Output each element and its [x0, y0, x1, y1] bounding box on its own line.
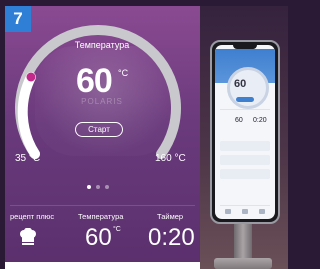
brand-watermark: POLARIS: [81, 97, 123, 106]
temperature-value: 60: [76, 62, 113, 100]
page-indicator[interactable]: [87, 185, 109, 189]
phone-notch: [233, 45, 257, 49]
timer-label: Таймер: [157, 212, 184, 221]
step-badge: 7: [5, 6, 31, 32]
page-dot[interactable]: [105, 185, 109, 189]
timer-value[interactable]: 0:20: [148, 224, 195, 252]
chef-hat-icon[interactable]: [18, 227, 38, 251]
dial-progress: [17, 72, 40, 159]
recipe-label: рецепт плюс: [10, 212, 55, 221]
bottom-strip: [5, 262, 200, 269]
divider: [10, 205, 195, 206]
temperature-info-unit: °C: [113, 226, 121, 233]
temperature-info-value[interactable]: 60: [85, 224, 112, 252]
phone-start-button: [236, 97, 254, 102]
app-scene: 7 Температура 60 °C POLARIS Старт 35 °C …: [0, 0, 288, 269]
phone-card: [220, 155, 270, 165]
temperature-label: Температура: [78, 212, 124, 221]
phone-divider: [220, 109, 270, 110]
temperature-unit: °C: [118, 68, 129, 78]
phone-temp-value: 60: [235, 117, 243, 124]
smartphone-image: 60 60 0:20: [210, 40, 280, 224]
temperature-title: Температура: [74, 40, 130, 50]
page-dot[interactable]: [96, 185, 100, 189]
range-min-label: 35 °C: [15, 153, 41, 164]
phone-card: [220, 141, 270, 151]
start-button[interactable]: Старт: [75, 122, 123, 137]
phone-stand-base: [214, 258, 272, 269]
phone-tab-icon: [242, 209, 248, 214]
phone-stand: [234, 222, 252, 260]
phone-tab-icon: [225, 209, 231, 214]
phone-screen: 60 60 0:20: [215, 45, 275, 219]
phone-card: [220, 169, 270, 179]
phone-tab-icon: [259, 209, 265, 214]
dial-handle: [26, 72, 36, 82]
page-dot[interactable]: [87, 185, 91, 189]
phone-temperature: 60: [234, 78, 247, 90]
range-max-label: 160 °C: [155, 153, 186, 164]
phone-tabbar-line: [220, 205, 270, 206]
phone-timer-value: 0:20: [253, 117, 267, 124]
